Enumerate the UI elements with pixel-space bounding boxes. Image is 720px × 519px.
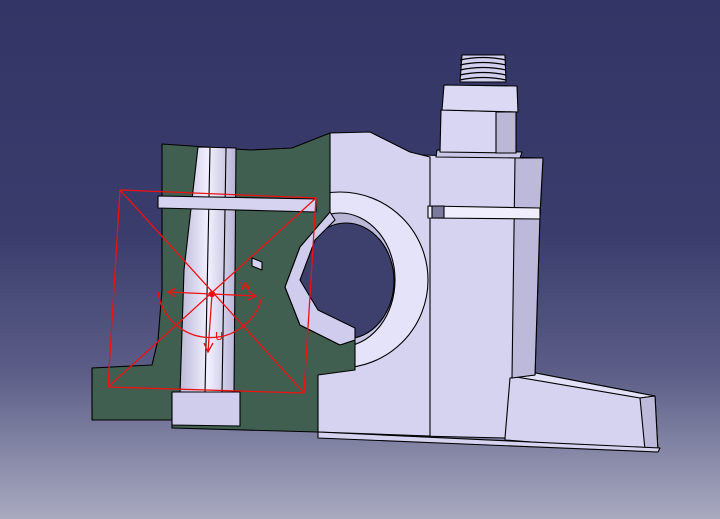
screw-nut-side [495, 111, 517, 154]
compass-label-w: W [240, 280, 251, 293]
screw-collar [441, 84, 519, 113]
compass-origin[interactable] [208, 290, 216, 298]
3d-viewport[interactable]: U W [0, 0, 720, 519]
clamp-slot-hole [431, 205, 445, 219]
right-tower-side [511, 157, 544, 379]
clamp-slot [427, 205, 541, 220]
compass-label-u: U [215, 330, 223, 343]
base-front [171, 391, 241, 427]
part-render[interactable]: U W [0, 0, 720, 519]
